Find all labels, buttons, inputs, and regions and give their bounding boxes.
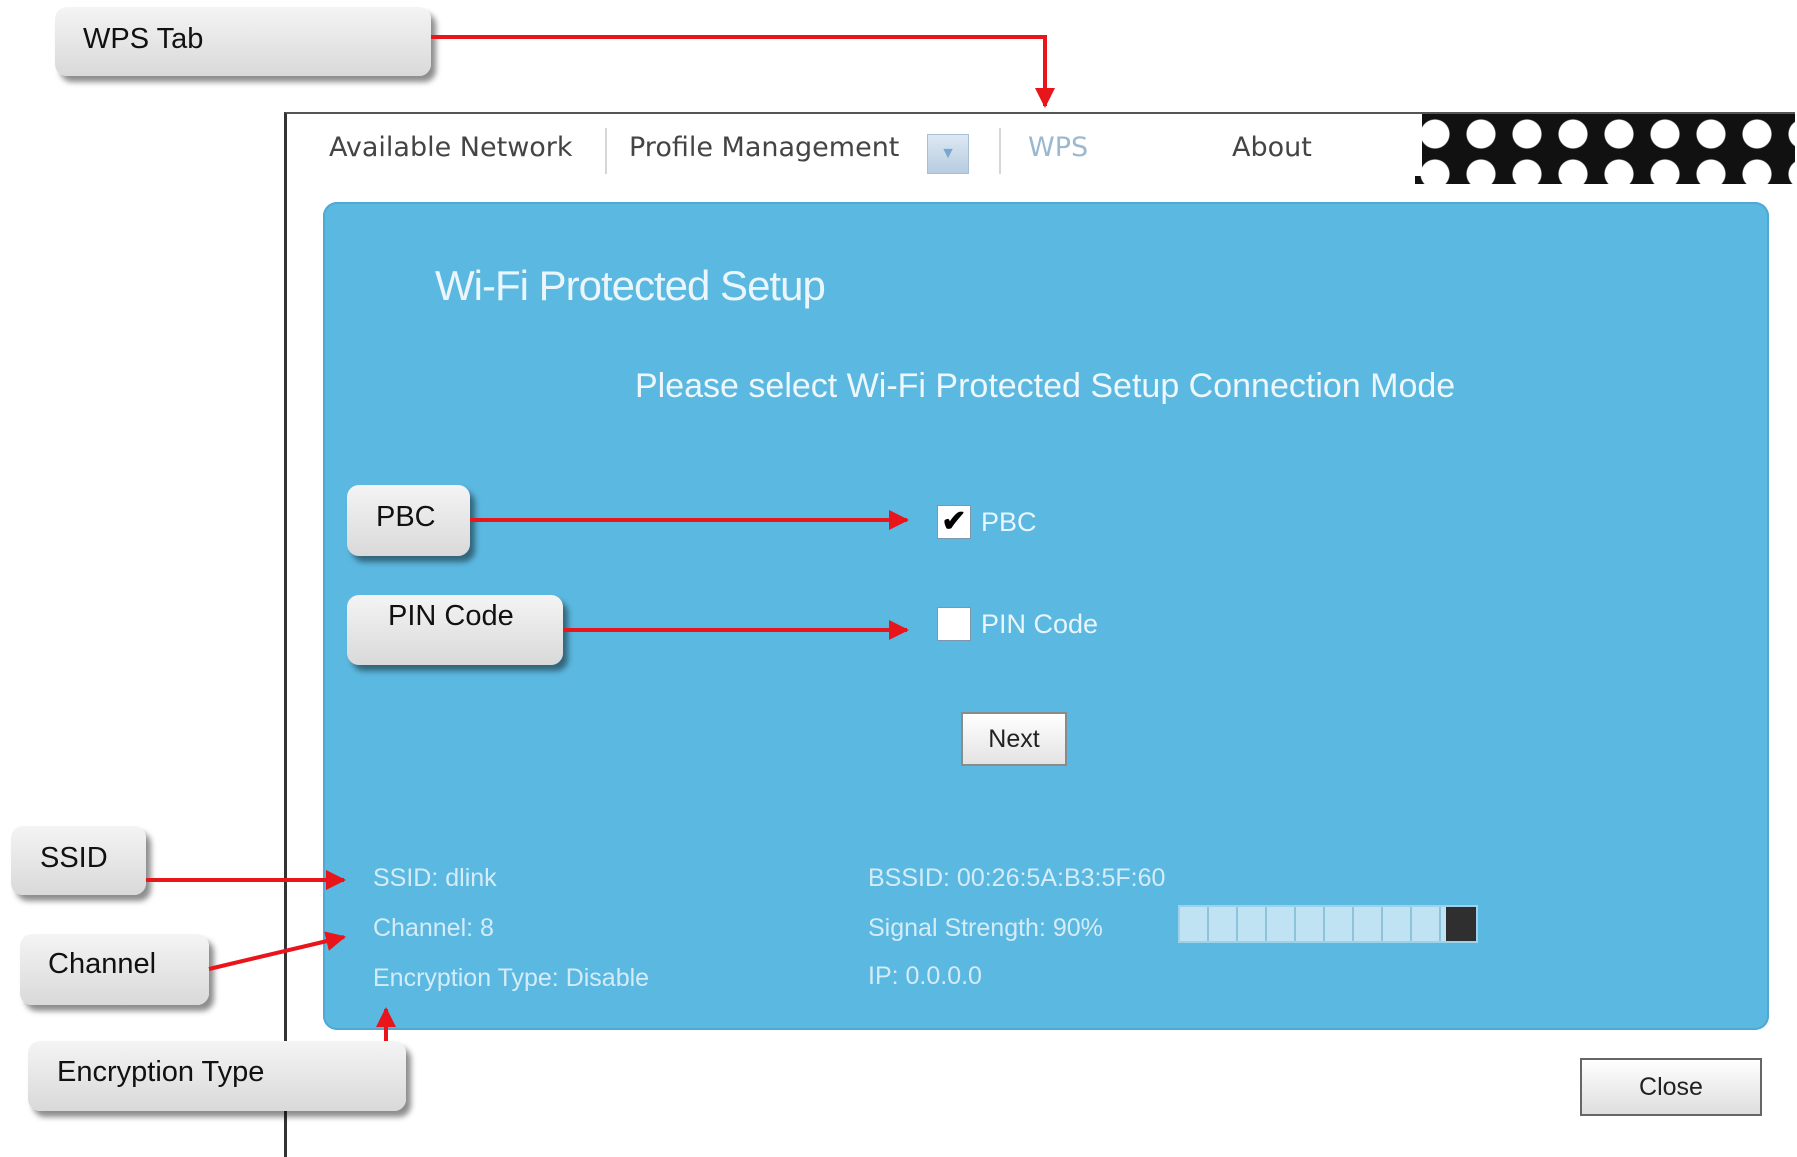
tab-divider (999, 128, 1001, 174)
tab-wps[interactable]: WPS (1003, 114, 1203, 176)
callout-encryption-type: Encryption Type (28, 1041, 406, 1111)
callout-label: Encryption Type (57, 1056, 265, 1088)
profile-dropdown-button[interactable]: ▼ (927, 134, 969, 174)
callout-label: WPS Tab (83, 23, 204, 55)
pin-code-label: PIN Code (981, 609, 1099, 639)
tab-label: Profile Management (629, 132, 900, 163)
chevron-down-icon: ▼ (940, 145, 956, 162)
pin-code-checkbox[interactable] (937, 607, 971, 641)
callout-pbc: PBC (347, 485, 470, 556)
callout-ssid: SSID (11, 826, 146, 895)
encryption-type-info: Encryption Type: Disable (373, 964, 650, 992)
tab-label: Available Network (329, 132, 573, 163)
callout-label: SSID (40, 842, 108, 874)
panel-subtitle: Please select Wi-Fi Protected Setup Conn… (635, 367, 1456, 405)
callout-label: PBC (376, 501, 436, 533)
signal-strength-bar (1178, 905, 1478, 943)
callout-label: PIN Code (388, 600, 514, 632)
tab-label: About (1232, 132, 1312, 163)
pbc-label: PBC (981, 507, 1037, 537)
tab-label: WPS (1028, 132, 1089, 163)
callout-channel: Channel (20, 934, 209, 1005)
ip-info: IP: 0.0.0.0 (868, 962, 982, 990)
tab-divider (605, 128, 607, 174)
signal-strength-info: Signal Strength: 90% (868, 914, 1103, 942)
tab-about[interactable]: About (1222, 114, 1422, 176)
panel-title: Wi-Fi Protected Setup (435, 262, 826, 309)
channel-info: Channel: 8 (373, 914, 494, 942)
next-button[interactable]: Next (961, 712, 1067, 766)
ssid-info: SSID: dlink (373, 864, 497, 892)
tab-available-network[interactable]: Available Network (287, 114, 587, 176)
close-button[interactable]: Close (1580, 1058, 1762, 1116)
signal-strength-fill (1180, 907, 1447, 941)
pbc-checkbox[interactable]: ✔ (937, 505, 971, 539)
arrow-wps-tab (431, 35, 1055, 108)
bssid-info: BSSID: 00:26:5A:B3:5F:60 (868, 864, 1166, 892)
callout-label: Channel (48, 948, 157, 980)
callout-pin-code: PIN Code (347, 595, 563, 665)
callout-wps-tab: WPS Tab (55, 7, 431, 76)
tab-bar: Available Network Profile Management ▼ W… (287, 114, 1727, 176)
